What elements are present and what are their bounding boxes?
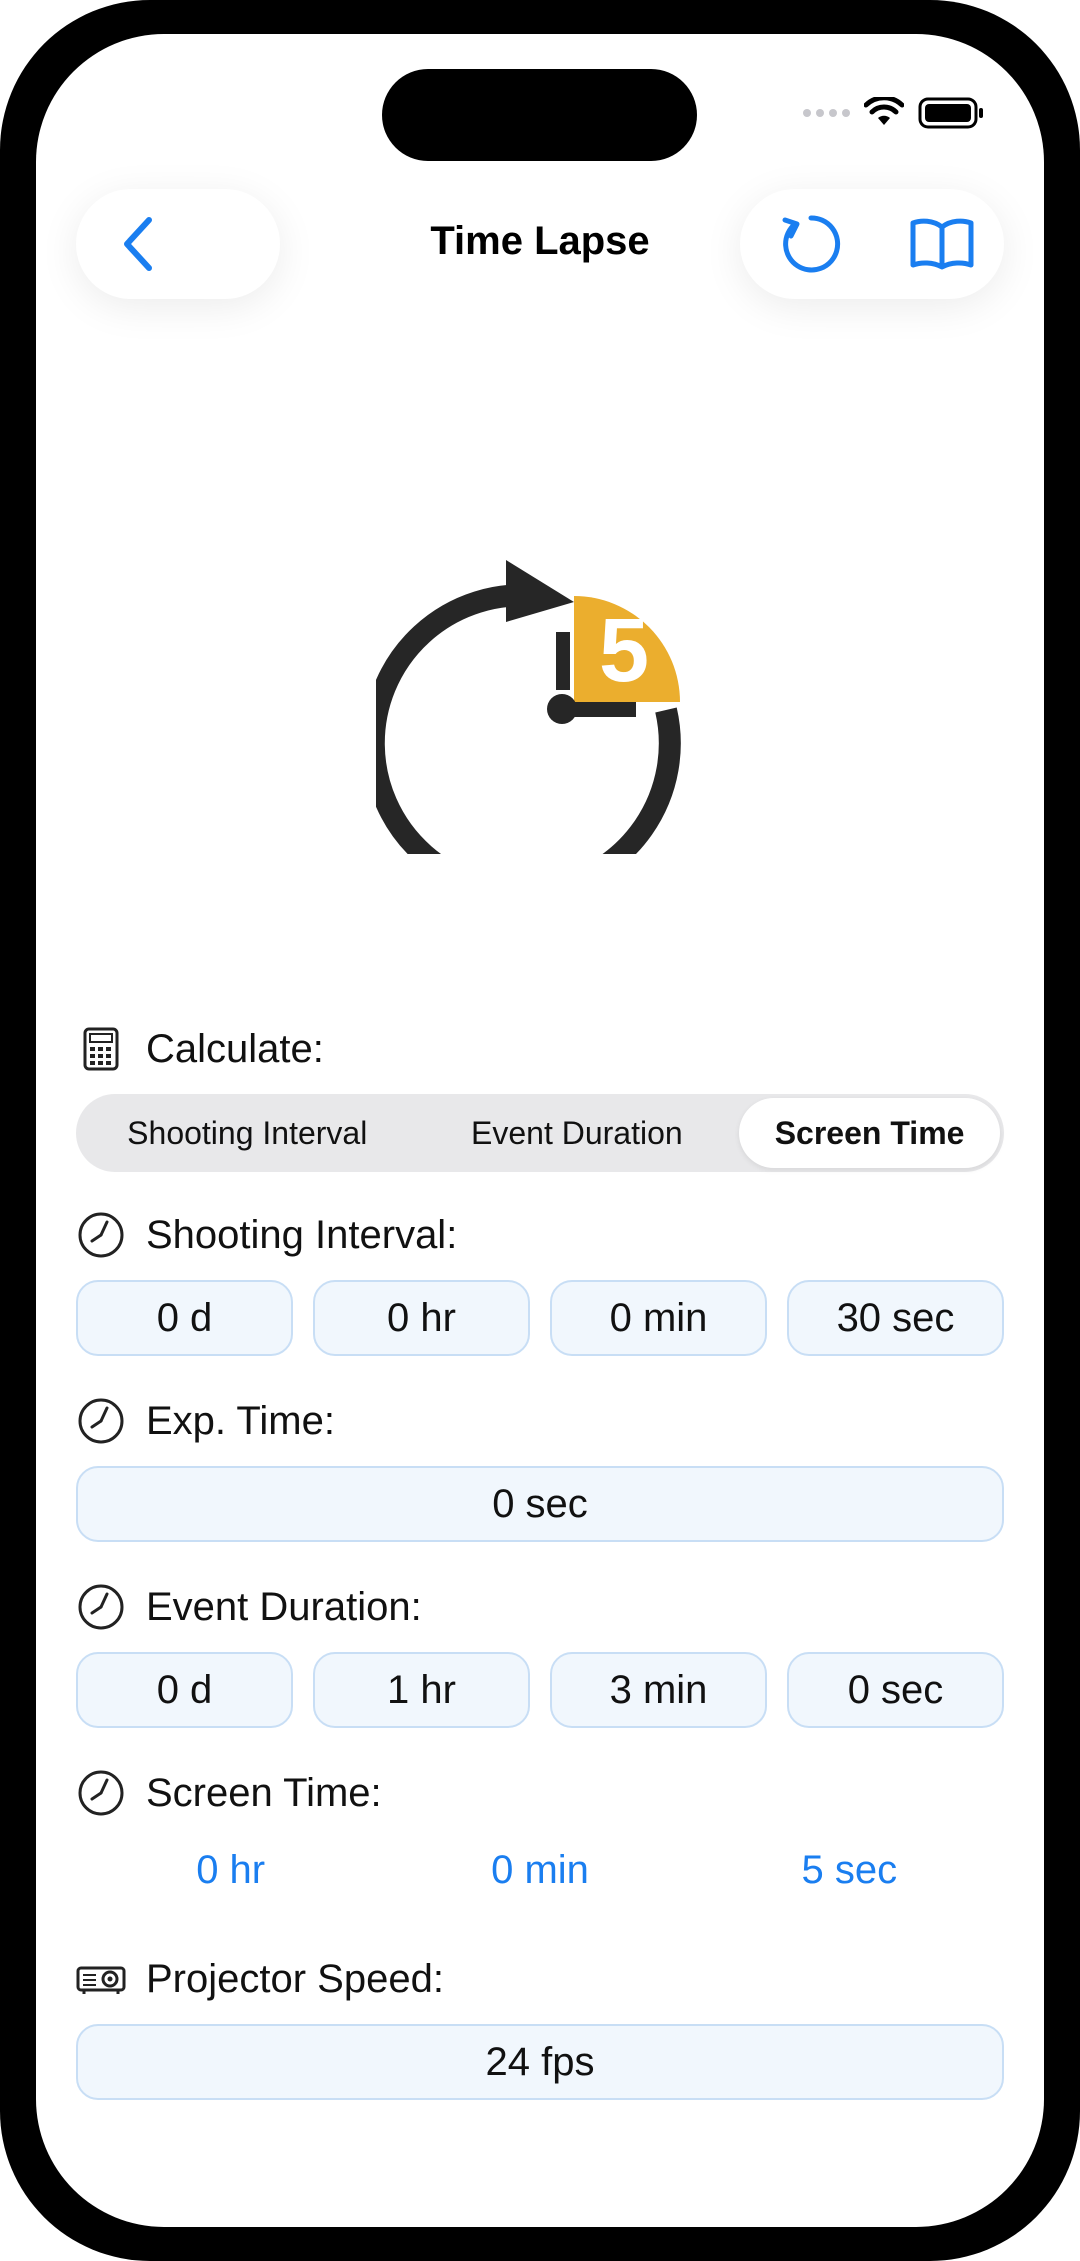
exp-time-field-wrap: 0 sec (76, 1466, 1004, 1542)
shooting-interval-seconds[interactable]: 30 sec (787, 1280, 1004, 1356)
shooting-interval-label: Shooting Interval: (76, 1210, 457, 1260)
projector-speed-label-text: Projector Speed: (146, 1956, 444, 2001)
screen-time-label: Screen Time: (76, 1768, 382, 1818)
clock-icon (76, 1582, 126, 1632)
segment-shooting-interval[interactable]: Shooting Interval (80, 1098, 415, 1168)
reset-button[interactable] (756, 209, 866, 279)
event-duration-hours[interactable]: 1 hr (313, 1652, 530, 1728)
calculate-label: Calculate: (76, 1024, 324, 1074)
screen-time-minutes: 0 min (491, 1848, 589, 1892)
projector-speed-field-wrap: 24 fps (76, 2024, 1004, 2100)
shooting-interval-label-text: Shooting Interval: (146, 1212, 458, 1257)
timer-5-icon: 5 (376, 560, 681, 854)
exp-time-label: Exp. Time: (76, 1396, 335, 1446)
book-icon (910, 218, 974, 270)
clock-icon (76, 1768, 126, 1818)
shooting-interval-hours[interactable]: 0 hr (313, 1280, 530, 1356)
screen-time-seconds: 5 sec (801, 1848, 898, 1892)
segment-event-duration[interactable]: Event Duration (423, 1098, 732, 1168)
exp-time-field[interactable]: 0 sec (76, 1466, 1004, 1542)
cellular-signal-icon (803, 109, 850, 117)
hero-badge-number: 5 (599, 601, 649, 701)
event-duration-days[interactable]: 0 d (76, 1652, 293, 1728)
event-duration-label: Event Duration: (76, 1582, 422, 1632)
projector-speed-field[interactable]: 24 fps (76, 2024, 1004, 2100)
shooting-interval-days[interactable]: 0 d (76, 1280, 293, 1356)
clock-icon (76, 1396, 126, 1446)
screen-time-hours: 0 hr (196, 1848, 266, 1892)
dynamic-island (382, 69, 697, 161)
calculate-segmented-control: Shooting Interval Event Duration Screen … (76, 1094, 1004, 1172)
segment-screen-time[interactable]: Screen Time (739, 1098, 1000, 1168)
clock-icon (76, 1210, 126, 1260)
reset-arrow-icon (782, 215, 841, 273)
event-duration-seconds[interactable]: 0 sec (787, 1652, 1004, 1728)
event-duration-fields: 0 d 1 hr 3 min 0 sec (76, 1652, 1004, 1728)
calculator-icon (76, 1024, 126, 1074)
screen-time-results: 0 hr 0 min 5 sec (76, 1848, 1004, 1893)
status-bar (803, 96, 984, 130)
shooting-interval-minutes[interactable]: 0 min (550, 1280, 767, 1356)
guide-button[interactable] (892, 209, 992, 279)
screen-time-label-text: Screen Time: (146, 1770, 382, 1815)
screen: Time Lapse 5 Calculate: Shooting Interva… (36, 34, 1044, 2227)
shooting-interval-fields: 0 d 0 hr 0 min 30 sec (76, 1280, 1004, 1356)
wifi-icon (864, 97, 904, 125)
projector-speed-label: Projector Speed: (76, 1954, 444, 2004)
exp-time-label-text: Exp. Time: (146, 1398, 335, 1443)
event-duration-label-text: Event Duration: (146, 1584, 422, 1629)
projector-icon (76, 1954, 126, 2004)
calculate-label-text: Calculate: (146, 1026, 324, 1071)
event-duration-minutes[interactable]: 3 min (550, 1652, 767, 1728)
device-frame: Time Lapse 5 Calculate: Shooting Interva… (0, 0, 1080, 2261)
battery-icon (918, 97, 983, 129)
